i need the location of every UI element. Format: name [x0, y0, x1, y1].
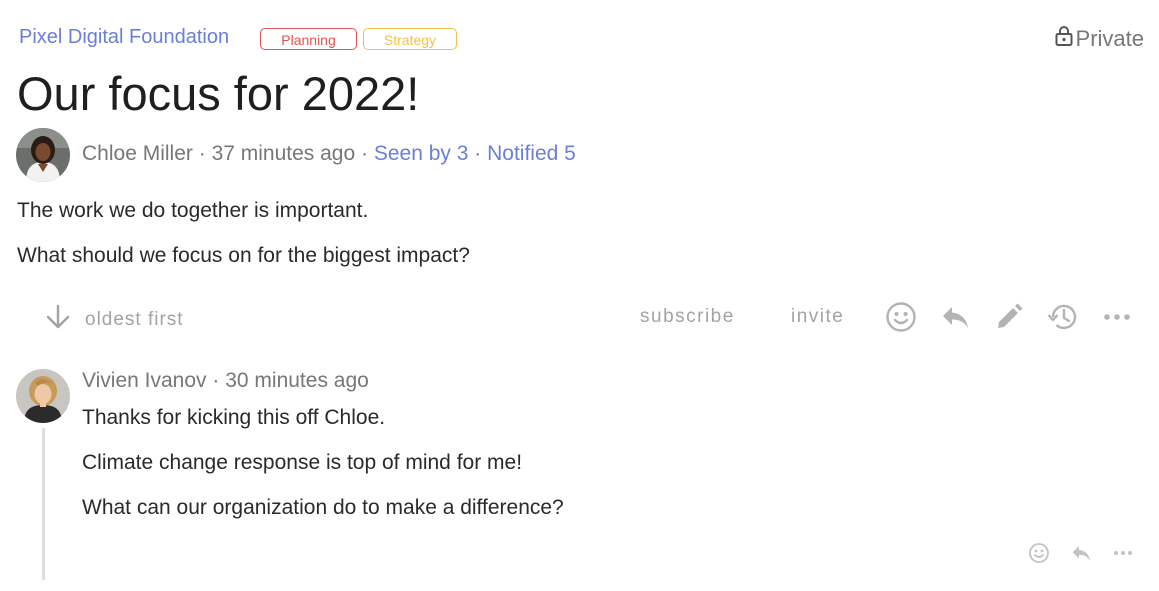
notified-link[interactable]: Notified 5 [487, 142, 576, 165]
edit-icon[interactable] [992, 300, 1026, 334]
avatar[interactable] [16, 128, 70, 182]
subscribe-button[interactable]: subscribe [640, 306, 735, 328]
meta-separator: · [212, 369, 220, 392]
invite-button[interactable]: invite [791, 306, 844, 328]
more-icon[interactable] [1100, 300, 1134, 334]
post-title: Our focus for 2022! [17, 67, 420, 120]
reply-icon[interactable] [1069, 541, 1093, 565]
meta-separator: · [198, 142, 206, 165]
post-paragraph: What should we focus on for the biggest … [17, 244, 470, 267]
privacy-label: Private [1075, 26, 1144, 51]
thread-line [42, 428, 45, 580]
meta-separator: · [474, 142, 482, 165]
reply-meta: Vivien Ivanov · 30 minutes ago [82, 369, 369, 393]
tag-strategy[interactable]: Strategy [363, 28, 457, 50]
author-name[interactable]: Chloe Miller [82, 142, 193, 165]
history-icon[interactable] [1046, 300, 1080, 334]
author-name[interactable]: Vivien Ivanov [82, 369, 207, 392]
arrow-down-icon [45, 303, 71, 337]
seen-by-link[interactable]: Seen by 3 [374, 142, 469, 165]
organization-link[interactable]: Pixel Digital Foundation [19, 26, 229, 49]
lock-icon [1054, 25, 1074, 53]
post-time: 37 minutes ago [211, 142, 356, 165]
sort-toggle[interactable]: oldest first [45, 303, 184, 337]
smiley-icon[interactable] [884, 300, 918, 334]
meta-separator: · [361, 142, 369, 165]
reply-paragraph: What can our organization do to make a d… [82, 496, 564, 519]
privacy-indicator[interactable]: Private [1054, 25, 1144, 53]
reply-paragraph: Climate change response is top of mind f… [82, 451, 523, 474]
reply-icon[interactable] [938, 300, 972, 334]
smiley-icon[interactable] [1027, 541, 1051, 565]
avatar[interactable] [16, 369, 70, 423]
tag-planning[interactable]: Planning [260, 28, 357, 50]
reply-paragraph: Thanks for kicking this off Chloe. [82, 406, 386, 429]
more-icon[interactable] [1111, 541, 1135, 565]
post-meta: Chloe Miller · 37 minutes ago · Seen by … [82, 142, 576, 166]
sort-label: oldest first [85, 309, 184, 330]
post-paragraph: The work we do together is important. [17, 199, 369, 222]
reply-time: 30 minutes ago [225, 369, 369, 392]
